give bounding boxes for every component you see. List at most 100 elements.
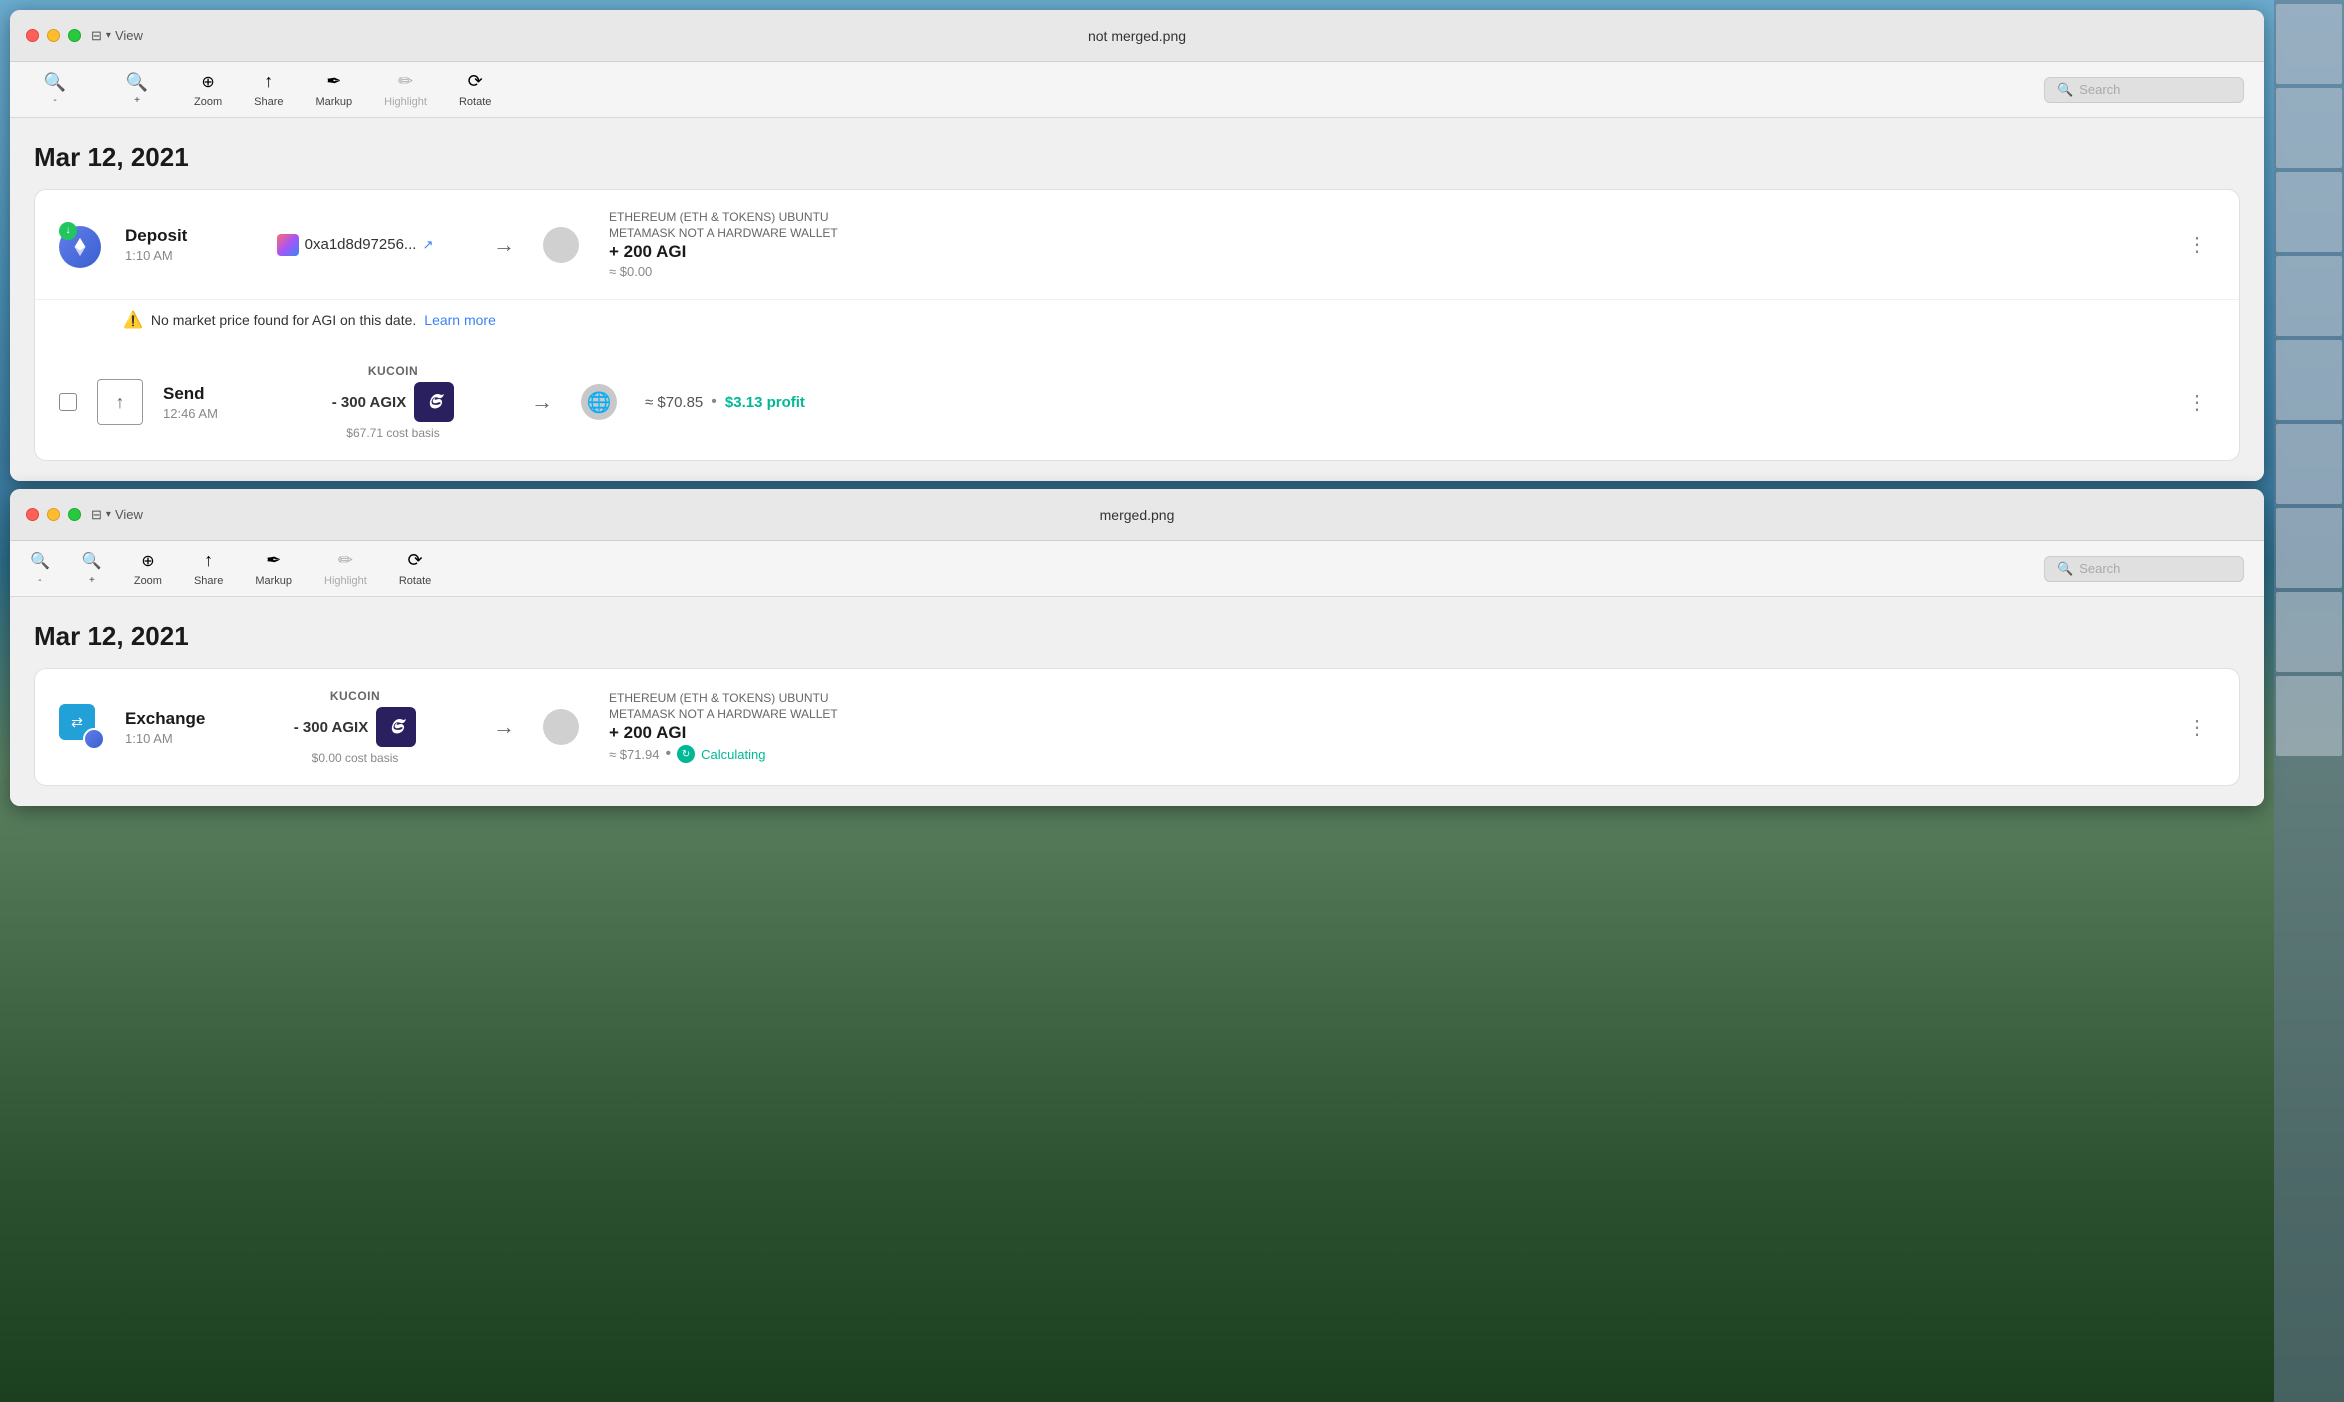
top-highlight-button[interactable]: ✏ Highlight — [384, 71, 427, 108]
deposit-to-wallet-sub: METAMASK NOT A HARDWARE WALLET — [609, 226, 838, 240]
deposit-to-wallet-label: ETHEREUM (ETH & TOKENS) UBUNTU — [609, 210, 838, 224]
bottom-zoom-in-button[interactable]: 🔍 + — [82, 551, 102, 586]
thumbnail-6[interactable] — [2276, 424, 2342, 504]
bottom-transaction-card: ⇄ Exchange 1:10 AM KUCOIN - 300 AGIX — [34, 668, 2240, 786]
top-zoom-group: ⊕ Zoom — [194, 72, 222, 108]
send-type: Send 12:46 AM — [163, 384, 263, 421]
deposit-warning-text: No market price found for AGI on this da… — [151, 312, 416, 328]
top-close-button[interactable] — [26, 29, 39, 42]
exchange-to-value: ≈ $71.94 — [609, 747, 660, 762]
thumbnail-2[interactable] — [2276, 88, 2342, 168]
bottom-zoom-in-icon: 🔍 — [82, 551, 102, 571]
exchange-type: Exchange 1:10 AM — [125, 709, 225, 746]
bottom-minimize-button[interactable] — [47, 508, 60, 521]
exchange-arrow: → — [493, 714, 515, 740]
zoom-label: Zoom — [194, 96, 222, 108]
external-link-icon[interactable]: ↗ — [422, 237, 433, 253]
bottom-title-bar: ⊟ ▾ View merged.png — [10, 489, 2264, 541]
top-markup-button[interactable]: ✒ Markup — [315, 71, 352, 108]
bottom-zoom-group: ⊕ Zoom — [134, 551, 162, 587]
bottom-rotate-label: Rotate — [399, 575, 431, 587]
exchange-from: KUCOIN - 300 AGIX 𝕾 $0.00 cost basis — [245, 689, 465, 765]
exchange-type-name: Exchange — [125, 709, 225, 729]
send-menu-button[interactable]: ⋮ — [2179, 386, 2215, 419]
bottom-date-header: Mar 12, 2021 — [34, 621, 2240, 652]
thumbnail-7[interactable] — [2276, 508, 2342, 588]
bottom-window-controls — [26, 508, 81, 521]
sidebar-toggle-icon: ⊟ — [91, 28, 102, 44]
bottom-markup-button[interactable]: ✒ Markup — [255, 550, 292, 587]
exchange-menu-button[interactable]: ⋮ — [2179, 711, 2215, 744]
exchange-to-wallet-label: ETHEREUM (ETH & TOKENS) UBUNTU — [609, 691, 838, 705]
deposit-icon: ↓ — [59, 222, 105, 268]
top-minimize-button[interactable] — [47, 29, 60, 42]
send-to-value: ≈ $70.85 — [645, 394, 703, 411]
bottom-rotate-button[interactable]: ⟳ Rotate — [399, 550, 431, 587]
bottom-share-label: Share — [194, 575, 223, 587]
bottom-highlight-button[interactable]: ✏ Highlight — [324, 550, 367, 587]
thumbnail-8[interactable] — [2276, 592, 2342, 672]
bottom-view-toggle[interactable]: ⊟ ▾ View — [91, 507, 143, 523]
bottom-view-toggle-chevron: ▾ — [106, 509, 111, 520]
exchange-from-label: KUCOIN — [330, 689, 380, 703]
windows-container: ⊟ ▾ View not merged.png 🔍 - 🔍 + ⊕ Zoom ↑ — [0, 0, 2274, 1402]
top-title-bar: ⊟ ▾ View not merged.png — [10, 10, 2264, 62]
send-from-label: KUCOIN — [368, 364, 418, 378]
exchange-row: ⇄ Exchange 1:10 AM KUCOIN - 300 AGIX — [35, 669, 2239, 785]
top-zoom-out-button[interactable]: 🔍 - — [30, 73, 80, 106]
thumbnail-9[interactable] — [2276, 676, 2342, 756]
bottom-window-title: merged.png — [1100, 507, 1175, 523]
top-view-toggle[interactable]: ⊟ ▾ View — [91, 28, 143, 44]
exchange-from-details: - 300 AGIX 𝕾 — [294, 707, 416, 747]
calculating-spinner-icon: ↻ — [677, 745, 695, 763]
deposit-menu-button[interactable]: ⋮ — [2179, 228, 2215, 261]
top-content-area: Mar 12, 2021 ↓ — [10, 118, 2264, 481]
thumbnail-3[interactable] — [2276, 172, 2342, 252]
highlight-label: Highlight — [384, 96, 427, 108]
deposit-arrow-icon: ↓ — [59, 222, 77, 240]
bottom-close-button[interactable] — [26, 508, 39, 521]
exchange-to-wallet-sub: METAMASK NOT A HARDWARE WALLET — [609, 707, 838, 721]
bottom-search-field[interactable]: 🔍 Search — [2044, 556, 2244, 582]
exchange-calculating-badge: ↻ Calculating — [677, 745, 765, 763]
top-preview-window: ⊟ ▾ View not merged.png 🔍 - 🔍 + ⊕ Zoom ↑ — [10, 10, 2264, 481]
send-from: KUCOIN - 300 AGIX 𝕾 $67.71 cost basis — [283, 364, 503, 440]
thumbnail-4[interactable] — [2276, 256, 2342, 336]
right-sidebar-strip — [2274, 0, 2344, 1402]
zoom-in-icon: 🔍 — [126, 73, 148, 91]
top-maximize-button[interactable] — [68, 29, 81, 42]
send-type-name: Send — [163, 384, 263, 404]
rotate-icon: ⟳ — [468, 71, 483, 92]
bottom-zoom-out-label: - — [38, 575, 41, 586]
deposit-time: 1:10 AM — [125, 248, 225, 263]
send-checkbox[interactable] — [59, 393, 77, 411]
bottom-maximize-button[interactable] — [68, 508, 81, 521]
deposit-warning-link[interactable]: Learn more — [424, 312, 496, 328]
send-from-details: - 300 AGIX 𝕾 — [332, 382, 454, 422]
thumbnail-5[interactable] — [2276, 340, 2342, 420]
deposit-from: 0xa1d8d97256... ↗ — [245, 234, 465, 256]
warning-icon: ⚠️ — [123, 310, 143, 330]
calculating-text: Calculating — [701, 747, 765, 762]
top-share-button[interactable]: ↑ Share — [254, 71, 283, 108]
zoom-out-icon: 🔍 — [44, 73, 66, 91]
top-window-title: not merged.png — [1088, 28, 1186, 44]
deposit-from-addr: 0xa1d8d97256... ↗ — [277, 234, 434, 256]
top-zoom-in-button[interactable]: 🔍 + — [112, 73, 162, 106]
share-icon: ↑ — [264, 71, 273, 92]
bottom-zoom-out-button[interactable]: 🔍 - — [30, 551, 50, 586]
search-placeholder: Search — [2079, 82, 2120, 97]
bottom-zoom-in-label: + — [89, 575, 95, 586]
addr-icon — [277, 234, 299, 256]
deposit-to-value: ≈ $0.00 — [609, 264, 838, 279]
top-rotate-button[interactable]: ⟳ Rotate — [459, 71, 491, 108]
deposit-type: Deposit 1:10 AM — [125, 226, 225, 263]
send-profit-dot: • — [711, 393, 717, 411]
thumbnail-1[interactable] — [2276, 4, 2342, 84]
top-toolbar: 🔍 - 🔍 + ⊕ Zoom ↑ Share ✒ Markup ✏ Highli — [10, 62, 2264, 118]
bottom-share-button[interactable]: ↑ Share — [194, 550, 223, 587]
top-search-field[interactable]: 🔍 Search — [2044, 77, 2244, 103]
bottom-highlight-label: Highlight — [324, 575, 367, 587]
deposit-arrow: → — [493, 232, 515, 258]
highlight-icon: ✏ — [398, 71, 413, 92]
